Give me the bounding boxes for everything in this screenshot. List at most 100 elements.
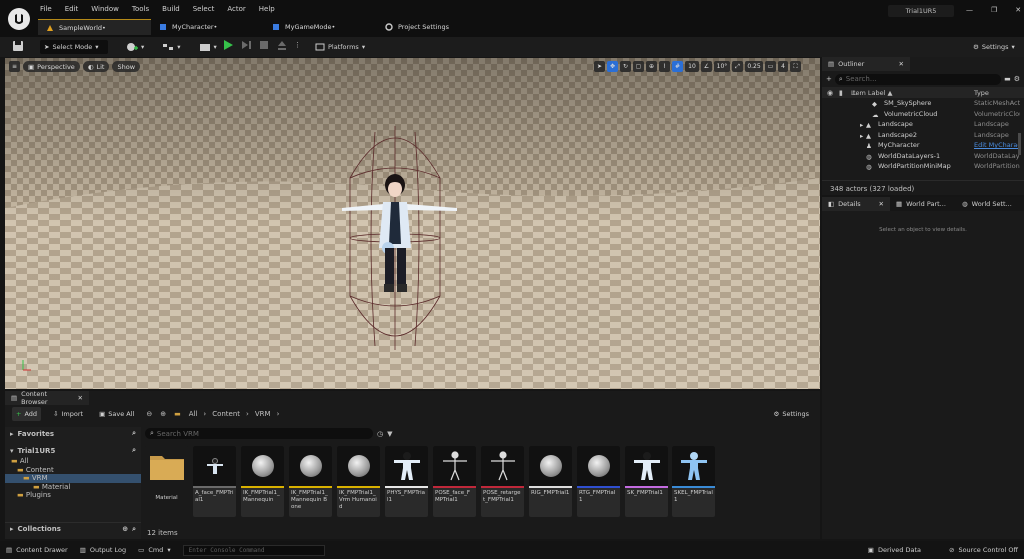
stop-icon[interactable] (258, 39, 270, 51)
asset-tile[interactable]: POSE_face_FMPTrial1 (433, 446, 476, 517)
outliner-row[interactable]: ◍ WorldDataLayers-1 WorldDataLay (822, 151, 1024, 162)
add-actor-button[interactable]: ▾ (122, 40, 148, 54)
tab-my-game-mode[interactable]: MyGameMode• (264, 19, 377, 35)
eye-icon[interactable]: ◉ (827, 89, 833, 97)
menu-help[interactable]: Help (259, 5, 275, 13)
outliner-row[interactable]: ◍ WorldPartitionMiniMap WorldPartition (822, 161, 1024, 172)
search-icon[interactable]: ⌕ (132, 525, 136, 534)
show-button[interactable]: Show (112, 61, 141, 72)
menu-build[interactable]: Build (162, 5, 180, 13)
lock-icon[interactable]: ▮ (839, 89, 843, 97)
asset-tile[interactable]: POSE_retarget_FMPTrial1 (481, 446, 524, 517)
menu-select[interactable]: Select (193, 5, 215, 13)
save-icon[interactable] (12, 40, 24, 52)
favorites-header[interactable]: ▸ Favorites ⌕ (5, 427, 141, 440)
hamburger-menu-icon[interactable]: ≡ (9, 61, 20, 72)
outliner-row[interactable]: ◆ SM_SkySphere StaticMeshAct (822, 98, 1024, 109)
forward-icon[interactable]: ⊕ (160, 410, 166, 418)
blueprint-menu-button[interactable]: ▾ (158, 40, 184, 54)
settings-button[interactable]: ⚙ Settings ▾ (969, 40, 1019, 54)
tab-project-settings[interactable]: Project Settings (377, 19, 497, 35)
add-collection-icon[interactable]: ⊕ (122, 525, 128, 533)
derived-data-button[interactable]: ▣ Derived Data (868, 546, 921, 554)
filter-icon[interactable]: ▼ (387, 430, 392, 438)
import-button[interactable]: ⇩ Import (49, 407, 87, 421)
minimize-icon[interactable]: — (966, 6, 973, 14)
search-icon[interactable]: ⌕ (132, 429, 136, 438)
close-icon[interactable]: ✕ (879, 200, 884, 208)
tab-sample-world[interactable]: SampleWorld• (38, 19, 151, 35)
asset-tile[interactable]: RIG_FMPTrial1 (529, 446, 572, 517)
asset-tile[interactable]: RTG_FMPTrial1 (577, 446, 620, 517)
expand-arrow-icon[interactable]: ▸ (860, 121, 863, 129)
source-control-button[interactable]: ⊘ Source Control Off (949, 546, 1018, 554)
outliner-tab[interactable]: ▤ Outliner ✕ (822, 57, 910, 71)
world-space-icon[interactable]: ⊕ (646, 61, 657, 72)
asset-tile[interactable]: A_face_FMPTrial1 (193, 446, 236, 517)
menu-edit[interactable]: Edit (65, 5, 79, 13)
eject-icon[interactable] (276, 39, 288, 51)
folder-icon[interactable]: ▬ (1004, 75, 1011, 83)
asset-tile[interactable]: IK_FMPTrial1_Vrm Humanoid (337, 446, 380, 517)
outliner-scrollbar[interactable] (1018, 133, 1021, 155)
menu-window[interactable]: Window (91, 5, 119, 13)
camera-speed-icon[interactable]: ▭ (765, 61, 776, 72)
content-drawer-button[interactable]: ▤ Content Drawer (6, 546, 68, 554)
settings-icon[interactable]: ⚙ (1014, 75, 1020, 83)
project-header[interactable]: ▾ Trial1UR5 ⌕ (5, 444, 141, 457)
content-settings-button[interactable]: ⚙ Settings (770, 407, 814, 421)
select-mode-button[interactable]: ➤ Select Mode ▾ (40, 40, 108, 54)
folder-icon[interactable]: ▬ (174, 410, 181, 418)
play-icon[interactable] (222, 39, 234, 51)
tab-details[interactable]: ◧ Details ✕ (822, 197, 890, 211)
rotation-snap-value[interactable]: 10° (714, 61, 730, 72)
perspective-button[interactable]: ▣ Perspective (23, 61, 80, 72)
close-icon[interactable]: ✕ (1015, 6, 1021, 14)
add-button[interactable]: + Add (12, 406, 42, 421)
surface-snap-icon[interactable]: ⌇ (659, 61, 670, 72)
history-icon[interactable]: ◷ (377, 430, 383, 438)
edit-blueprint-link[interactable]: Edit MyCharacter (974, 141, 1020, 149)
tree-item-vrm[interactable]: ▬ VRM (5, 474, 141, 483)
menu-actor[interactable]: Actor (227, 5, 245, 13)
output-log-button[interactable]: ▥ Output Log (80, 546, 126, 554)
rotation-snap-icon[interactable]: ∠ (701, 61, 712, 72)
tree-item-all[interactable]: ▬ All (11, 457, 141, 466)
cmd-dropdown[interactable]: ▭ Cmd ▾ (138, 546, 170, 554)
asset-tile-material-folder[interactable]: Material (145, 446, 188, 517)
content-browser-tab[interactable]: ▤ Content Browser ✕ (5, 390, 89, 406)
tree-item-material[interactable]: ▬ Material (11, 483, 141, 492)
asset-tile[interactable]: SKEL_FMPTrial1 (672, 446, 715, 517)
unreal-logo-icon[interactable] (8, 8, 30, 30)
expand-arrow-icon[interactable]: ▸ (860, 132, 863, 140)
close-icon[interactable]: ✕ (899, 60, 904, 68)
tree-item-plugins[interactable]: ▬ Plugins (11, 491, 141, 500)
type-header[interactable]: Type (974, 89, 989, 97)
step-icon[interactable] (240, 39, 252, 51)
lit-button[interactable]: ◐ Lit (82, 61, 110, 72)
console-input[interactable]: Enter Console Command (182, 544, 325, 556)
breadcrumb-vrm[interactable]: VRM (255, 410, 271, 418)
tree-item-content[interactable]: ▬ Content (11, 466, 141, 475)
outliner-row[interactable]: ☁ VolumetricCloud VolumetricCloud (822, 109, 1024, 120)
scale-snap-icon[interactable]: ⤢ (732, 61, 743, 72)
grid-size-value[interactable]: 10 (685, 61, 699, 72)
breadcrumb-content[interactable]: Content (212, 410, 240, 418)
outliner-search-input[interactable]: ⌕ Search... (834, 73, 1002, 85)
scale-snap-value[interactable]: 0.25 (745, 61, 763, 72)
camera-speed-value[interactable]: 4 (778, 61, 788, 72)
asset-tile[interactable]: SK_FMPTrial1 (625, 446, 668, 517)
breadcrumb-all[interactable]: All (189, 410, 198, 418)
item-label-header[interactable]: Item Label ▲ (851, 89, 892, 97)
asset-tile[interactable]: IK_FMPTrial1_Mannequin (241, 446, 284, 517)
tab-world-settings[interactable]: ◍ World Sett... (956, 197, 1024, 211)
menu-tools[interactable]: Tools (132, 5, 149, 13)
close-icon[interactable]: ✕ (78, 394, 83, 402)
asset-tile[interactable]: PHYS_FMPTrial1 (385, 446, 428, 517)
maximize-viewport-icon[interactable]: ⛶ (790, 61, 801, 72)
add-icon[interactable]: + (826, 75, 832, 83)
grid-snap-icon[interactable]: # (672, 61, 683, 72)
asset-search-input[interactable]: ⌕ Search VRM (145, 428, 373, 439)
more-options-icon[interactable]: ⋮ (294, 41, 301, 49)
rotate-tool-icon[interactable]: ↻ (620, 61, 631, 72)
